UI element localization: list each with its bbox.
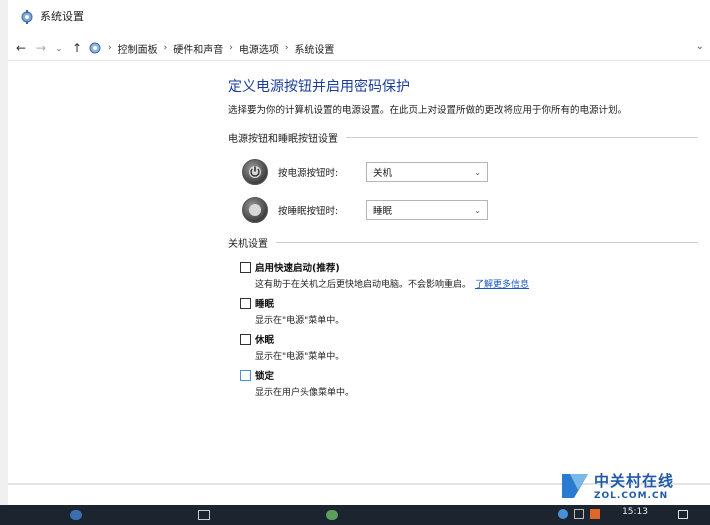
watermark-cn: 中关村在线 xyxy=(594,471,675,490)
control-panel-icon xyxy=(88,41,102,55)
back-button[interactable]: ← xyxy=(14,41,28,55)
recent-locations-button[interactable]: ⌄ xyxy=(54,41,64,55)
fast-startup-description: 这有助于在关机之后更快地启动电脑。不会影响重启。 了解更多信息 xyxy=(255,277,698,290)
network-icon[interactable] xyxy=(558,509,568,519)
taskbar-clock[interactable]: 15:13 xyxy=(622,507,648,517)
notification-center-icon[interactable] xyxy=(678,510,688,519)
system-tray xyxy=(558,509,600,519)
section-divider xyxy=(276,242,698,243)
hibernate-checkbox[interactable] xyxy=(240,333,251,345)
forward-button[interactable]: → xyxy=(34,41,48,55)
sleep-button-label: 按睡眠按钮时: xyxy=(278,206,339,217)
select-value: 睡眠 xyxy=(373,206,393,217)
address-dropdown-button[interactable]: ⌄ xyxy=(696,41,704,52)
chevron-down-icon: ⌄ xyxy=(474,205,481,215)
lock-checkbox[interactable] xyxy=(240,369,251,381)
lock-label[interactable]: 锁定 xyxy=(255,368,274,382)
watermark-text: 中关村在线 ZOL.COM.CN xyxy=(594,470,674,501)
title-bar: 系统设置 xyxy=(8,0,710,32)
zol-watermark: 中关村在线 ZOL.COM.CN xyxy=(560,466,700,504)
taskbar-item-app2[interactable] xyxy=(198,505,216,525)
sleep-button-setting: 按睡眠按钮时: 睡眠 ⌄ xyxy=(242,197,698,223)
sleep-button-icon xyxy=(242,197,268,223)
sleep-description: 显示在"电源"菜单中。 xyxy=(255,316,345,326)
breadcrumb-power-options[interactable]: 电源选项 xyxy=(239,41,279,56)
select-value: 关机 xyxy=(373,168,393,179)
breadcrumb-control-panel[interactable]: 控制面板 xyxy=(118,41,158,56)
lock-description: 显示在用户头像菜单中。 xyxy=(255,388,355,398)
page-title: 定义电源按钮并启用密码保护 xyxy=(228,79,410,95)
volume-icon[interactable] xyxy=(574,509,584,519)
main-content: 定义电源按钮并启用密码保护 选择要为你的计算机设置的电源设置。在此页上对设置所做… xyxy=(228,76,698,404)
power-button-label: 按电源按钮时: xyxy=(278,168,339,179)
lock-option: 锁定 显示在用户头像菜单中。 xyxy=(240,368,698,398)
breadcrumb-separator: › xyxy=(108,43,112,53)
app-icon xyxy=(70,510,82,520)
system-settings-icon xyxy=(20,9,34,24)
window-title: 系统设置 xyxy=(40,10,84,23)
zol-logo-icon xyxy=(560,470,590,500)
settings-icon xyxy=(326,510,338,520)
breadcrumb-separator: › xyxy=(284,43,289,53)
system-settings-window: 系统设置 ← → ⌄ ↑ › 控制面板 › 硬件和声音 › 电源选项 › 系统设… xyxy=(8,0,710,505)
sleep-label[interactable]: 睡眠 xyxy=(255,296,274,310)
taskbar-item-app1[interactable] xyxy=(70,505,88,525)
sleep-button-action-select[interactable]: 睡眠 ⌄ xyxy=(366,200,488,220)
power-button-setting: 按电源按钮时: 关机 ⌄ xyxy=(242,159,698,185)
breadcrumb-system-settings[interactable]: 系统设置 xyxy=(294,41,334,56)
chevron-down-icon: ⌄ xyxy=(474,167,481,177)
sleep-option: 睡眠 显示在"电源"菜单中。 xyxy=(240,296,698,326)
power-button-action-select[interactable]: 关机 ⌄ xyxy=(366,162,488,182)
power-button-icon xyxy=(242,159,268,185)
section-divider xyxy=(346,137,698,138)
breadcrumb-separator: › xyxy=(163,43,168,53)
breadcrumb-hardware-sound[interactable]: 硬件和声音 xyxy=(173,41,223,56)
taskbar: 15:13 xyxy=(0,505,710,525)
input-method-icon[interactable] xyxy=(590,509,600,519)
breadcrumb-separator: › xyxy=(229,43,233,53)
sleep-checkbox[interactable] xyxy=(240,297,251,309)
fast-startup-label[interactable]: 启用快速启动(推荐) xyxy=(255,260,340,274)
page-description: 选择要为你的计算机设置的电源设置。在此页上对设置所做的更改将应用于你所有的电源计… xyxy=(228,105,628,116)
hibernate-label[interactable]: 休眠 xyxy=(255,332,274,346)
hibernate-option: 休眠 显示在"电源"菜单中。 xyxy=(240,332,698,362)
window-icon xyxy=(198,510,210,520)
hibernate-description: 显示在"电源"菜单中。 xyxy=(255,352,345,362)
address-bar: ← → ⌄ ↑ › 控制面板 › 硬件和声音 › 电源选项 › 系统设置 ⌄ xyxy=(8,36,710,61)
option-description-text: 这有助于在关机之后更快地启动电脑。不会影响重启。 xyxy=(255,280,472,290)
section-heading-text: 电源按钮和睡眠按钮设置 xyxy=(228,134,338,145)
taskbar-item-system-settings[interactable] xyxy=(326,505,344,525)
fast-startup-option: 启用快速启动(推荐) 这有助于在关机之后更快地启动电脑。不会影响重启。 了解更多信… xyxy=(240,260,698,290)
learn-more-link[interactable]: 了解更多信息 xyxy=(475,280,529,290)
up-button[interactable]: ↑ xyxy=(70,41,84,55)
power-buttons-section-heading: 电源按钮和睡眠按钮设置 xyxy=(228,130,698,145)
shutdown-section-heading: 关机设置 xyxy=(228,235,698,250)
section-heading-text: 关机设置 xyxy=(228,239,268,250)
fast-startup-checkbox[interactable] xyxy=(240,261,251,273)
watermark-en: ZOL.COM.CN xyxy=(594,490,669,501)
